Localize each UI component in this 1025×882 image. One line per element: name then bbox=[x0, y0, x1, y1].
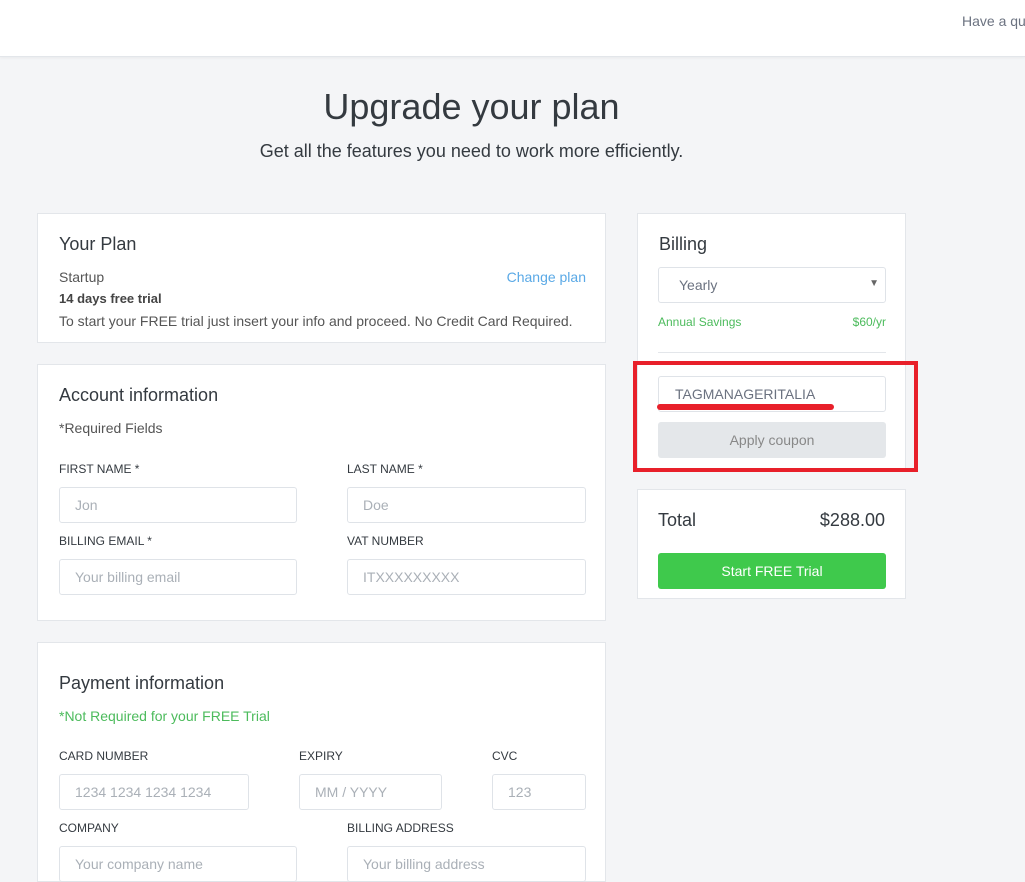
your-plan-card: Your Plan Startup Change plan 14 days fr… bbox=[37, 213, 606, 343]
payment-note: *Not Required for your FREE Trial bbox=[59, 708, 270, 724]
first-name-label: FIRST NAME * bbox=[59, 462, 140, 476]
plan-title: Your Plan bbox=[59, 234, 137, 254]
account-card: Account information *Required Fields FIR… bbox=[37, 364, 606, 621]
payment-title: Payment information bbox=[59, 673, 225, 693]
red-highlight-box bbox=[633, 361, 918, 472]
address-label: BILLING ADDRESS bbox=[347, 821, 454, 835]
chevron-down-icon: ▼ bbox=[869, 278, 879, 289]
billing-period-select[interactable]: Yearly ▼ bbox=[658, 267, 886, 303]
plan-trial: 14 days free trial bbox=[59, 291, 162, 306]
email-input[interactable]: Your billing email bbox=[59, 559, 297, 595]
card-number-label: CARD NUMBER bbox=[59, 749, 149, 763]
change-plan-link[interactable]: Change plan bbox=[507, 269, 586, 285]
savings-value: $60/yr bbox=[852, 315, 886, 329]
cvc-input[interactable]: 123 bbox=[492, 774, 586, 810]
payment-card: Payment information *Not Required for yo… bbox=[37, 642, 606, 882]
last-name-input[interactable]: Doe bbox=[347, 487, 586, 523]
first-name-input[interactable]: Jon bbox=[59, 487, 297, 523]
cvc-label: CVC bbox=[492, 749, 518, 763]
required-note: *Required Fields bbox=[59, 420, 163, 436]
email-label: BILLING EMAIL * bbox=[59, 534, 152, 548]
vat-input[interactable]: ITXXXXXXXXX bbox=[347, 559, 586, 595]
page-subtitle: Get all the features you need to work mo… bbox=[259, 141, 684, 161]
card-number-input[interactable]: 1234 1234 1234 1234 bbox=[59, 774, 249, 810]
billing-period-value: Yearly bbox=[679, 277, 718, 293]
help-link[interactable]: Have a question? bbox=[962, 13, 1025, 29]
total-label: Total bbox=[658, 510, 697, 530]
page-title: Upgrade your plan bbox=[323, 86, 620, 127]
vat-label: VAT NUMBER bbox=[347, 534, 424, 548]
company-label: COMPANY bbox=[59, 821, 119, 835]
billing-title: Billing bbox=[659, 234, 708, 254]
savings-label: Annual Savings bbox=[658, 315, 742, 329]
expiry-label: EXPIRY bbox=[299, 749, 343, 763]
total-card: Total $288.00 Start FREE Trial bbox=[637, 489, 906, 599]
plan-name: Startup bbox=[59, 269, 105, 285]
start-trial-button[interactable]: Start FREE Trial bbox=[658, 553, 886, 589]
plan-note: To start your FREE trial just insert you… bbox=[59, 313, 573, 329]
top-header: Have a question? bbox=[0, 0, 1025, 57]
account-title: Account information bbox=[59, 385, 219, 405]
company-input[interactable]: Your company name bbox=[59, 846, 297, 882]
last-name-label: LAST NAME * bbox=[347, 462, 423, 476]
expiry-input[interactable]: MM / YYYY bbox=[299, 774, 442, 810]
address-input[interactable]: Your billing address bbox=[347, 846, 586, 882]
divider bbox=[658, 352, 886, 353]
total-amount: $288.00 bbox=[819, 510, 885, 530]
